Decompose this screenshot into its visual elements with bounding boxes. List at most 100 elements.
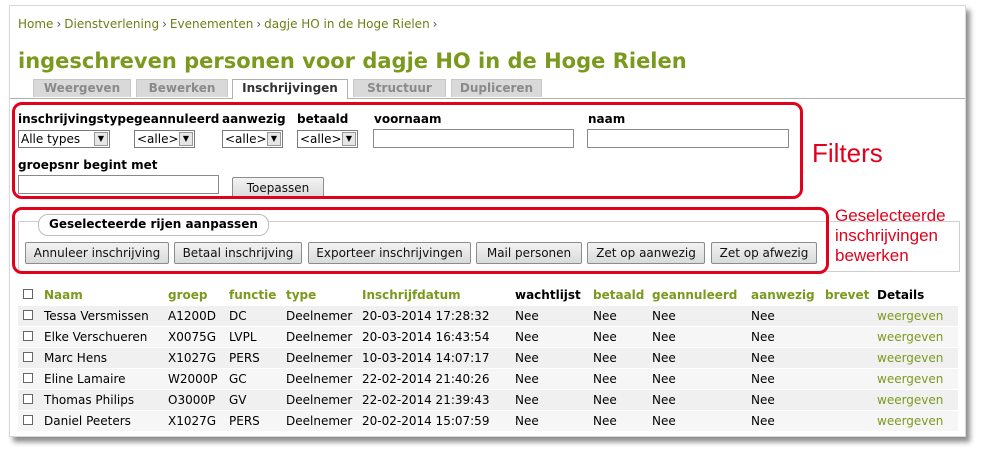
- cell-type: Deelnemer: [286, 414, 353, 428]
- cell-inschrijfdatum: 20-02-2014 15:07:59: [362, 414, 490, 428]
- cell-wachtlijst: Nee: [515, 372, 539, 386]
- header-inschrijfdatum[interactable]: Inschrijfdatum: [362, 285, 461, 305]
- cell-aanwezig: Nee: [751, 330, 775, 344]
- cell-naam: Tessa Versmissen: [44, 309, 149, 323]
- header-aanwezig[interactable]: aanwezig: [751, 285, 815, 305]
- breadcrumb-separator: ›: [56, 17, 62, 31]
- cell-functie: GC: [229, 372, 247, 386]
- cell-aanwezig: Nee: [751, 372, 775, 386]
- cell-geannuleerd: Nee: [652, 351, 676, 365]
- cell-functie: GV: [229, 393, 247, 407]
- cell-groep: O3000P: [168, 393, 216, 407]
- cell-wachtlijst: Nee: [515, 393, 539, 407]
- header-geannuleerd[interactable]: geannuleerd: [652, 285, 737, 305]
- breadcrumb-home[interactable]: Home: [18, 17, 53, 31]
- details-link[interactable]: weergeven: [877, 306, 943, 326]
- details-link[interactable]: weergeven: [877, 411, 943, 431]
- row-checkbox[interactable]: [23, 310, 33, 320]
- header-details: Details: [877, 288, 925, 302]
- header-type[interactable]: type: [286, 285, 316, 305]
- tab-bewerken[interactable]: Bewerken: [136, 79, 228, 97]
- cell-naam: Daniel Peeters: [44, 414, 131, 428]
- cell-functie: LVPL: [229, 330, 257, 344]
- annotation-bulk-line3: bewerken: [835, 246, 909, 265]
- row-checkbox[interactable]: [23, 415, 33, 425]
- filters-highlight: [12, 102, 803, 199]
- cell-betaald: Nee: [593, 393, 617, 407]
- cell-aanwezig: Nee: [751, 351, 775, 365]
- cell-aanwezig: Nee: [751, 393, 775, 407]
- tab-bar: Weergeven Bewerken Inschrijvingen Struct…: [10, 79, 965, 99]
- table-row: Daniel Peeters X1027G PERS Deelnemer 20-02-2…: [18, 410, 958, 431]
- tab-weergeven[interactable]: Weergeven: [33, 79, 131, 97]
- page-title: ingeschreven personen voor dagje HO in d…: [18, 49, 687, 73]
- breadcrumb-dienstverlening[interactable]: Dienstverlening: [64, 17, 159, 31]
- header-brevet[interactable]: brevet: [825, 285, 869, 305]
- cell-inschrijfdatum: 20-03-2014 16:43:54: [362, 330, 490, 344]
- cell-geannuleerd: Nee: [652, 372, 676, 386]
- breadcrumb: Home › Dienstverlening › Evenementen › dagje H…: [18, 17, 440, 31]
- table-row: Marc Hens X1027G PERS Deelnemer 10-03-2014 1…: [18, 347, 958, 368]
- cell-functie: PERS: [229, 351, 260, 365]
- header-naam[interactable]: Naam: [44, 285, 83, 305]
- cell-wachtlijst: Nee: [515, 414, 539, 428]
- cell-groep: X0075G: [168, 330, 217, 344]
- header-groep[interactable]: groep: [168, 285, 207, 305]
- select-all-checkbox[interactable]: [23, 289, 33, 299]
- breadcrumb-event[interactable]: dagje HO in de Hoge Rielen: [264, 17, 430, 31]
- cell-inschrijfdatum: 22-02-2014 21:40:26: [362, 372, 490, 386]
- cell-functie: DC: [229, 309, 247, 323]
- cell-groep: X1027G: [168, 414, 217, 428]
- header-wachtlijst: wachtlijst: [515, 288, 581, 302]
- cell-betaald: Nee: [593, 372, 617, 386]
- table-row: Thomas Philips O3000P GV Deelnemer 22-02-201…: [18, 389, 958, 410]
- cell-inschrijfdatum: 10-03-2014 14:07:17: [362, 351, 490, 365]
- row-checkbox[interactable]: [23, 352, 33, 362]
- cell-aanwezig: Nee: [751, 309, 775, 323]
- cell-betaald: Nee: [593, 309, 617, 323]
- breadcrumb-evenementen[interactable]: Evenementen: [170, 17, 253, 31]
- annotation-bulk-line1: Geselecteerde: [835, 206, 946, 225]
- cell-betaald: Nee: [593, 351, 617, 365]
- details-link[interactable]: weergeven: [877, 327, 943, 347]
- cell-type: Deelnemer: [286, 309, 353, 323]
- breadcrumb-separator: ›: [432, 17, 438, 31]
- header-betaald[interactable]: betaald: [593, 285, 644, 305]
- cell-groep: W2000P: [168, 372, 218, 386]
- tab-dupliceren[interactable]: Dupliceren: [451, 79, 542, 97]
- breadcrumb-separator: ›: [162, 17, 167, 31]
- header-functie[interactable]: functie: [229, 285, 276, 305]
- cell-geannuleerd: Nee: [652, 309, 676, 323]
- cell-betaald: Nee: [593, 330, 617, 344]
- cell-geannuleerd: Nee: [652, 393, 676, 407]
- tab-structuur[interactable]: Structuur: [353, 79, 446, 97]
- table-header: Naam groep functie type Inschrijfdatum w…: [18, 285, 958, 305]
- annotation-bulk-line2: inschrijvingen: [835, 226, 938, 245]
- row-checkbox[interactable]: [23, 331, 33, 341]
- cell-naam: Thomas Philips: [44, 393, 135, 407]
- cell-betaald: Nee: [593, 414, 617, 428]
- details-link[interactable]: weergeven: [877, 369, 943, 389]
- cell-groep: A1200D: [168, 309, 216, 323]
- cell-type: Deelnemer: [286, 372, 353, 386]
- cell-aanwezig: Nee: [751, 414, 775, 428]
- annotation-bulk-actions: Geselecteerde inschrijvingen bewerken: [835, 206, 946, 266]
- table-row: Elke Verschueren X0075G LVPL Deelnemer 20-03…: [18, 326, 958, 347]
- cell-geannuleerd: Nee: [652, 330, 676, 344]
- cell-wachtlijst: Nee: [515, 330, 539, 344]
- tab-inschrijvingen[interactable]: Inschrijvingen: [232, 79, 348, 99]
- cell-geannuleerd: Nee: [652, 414, 676, 428]
- cell-naam: Eline Lamaire: [44, 372, 126, 386]
- details-link[interactable]: weergeven: [877, 390, 943, 410]
- annotation-filters: Filters: [812, 138, 883, 168]
- cell-wachtlijst: Nee: [515, 351, 539, 365]
- bulk-actions-highlight: [12, 207, 829, 274]
- cell-groep: X1027G: [168, 351, 217, 365]
- cell-inschrijfdatum: 22-02-2014 21:39:43: [362, 393, 490, 407]
- row-checkbox[interactable]: [23, 394, 33, 404]
- table-row: Eline Lamaire W2000P GC Deelnemer 22-02-2014…: [18, 368, 958, 389]
- details-link[interactable]: weergeven: [877, 348, 943, 368]
- row-checkbox[interactable]: [23, 373, 33, 383]
- cell-type: Deelnemer: [286, 351, 353, 365]
- cell-functie: PERS: [229, 414, 260, 428]
